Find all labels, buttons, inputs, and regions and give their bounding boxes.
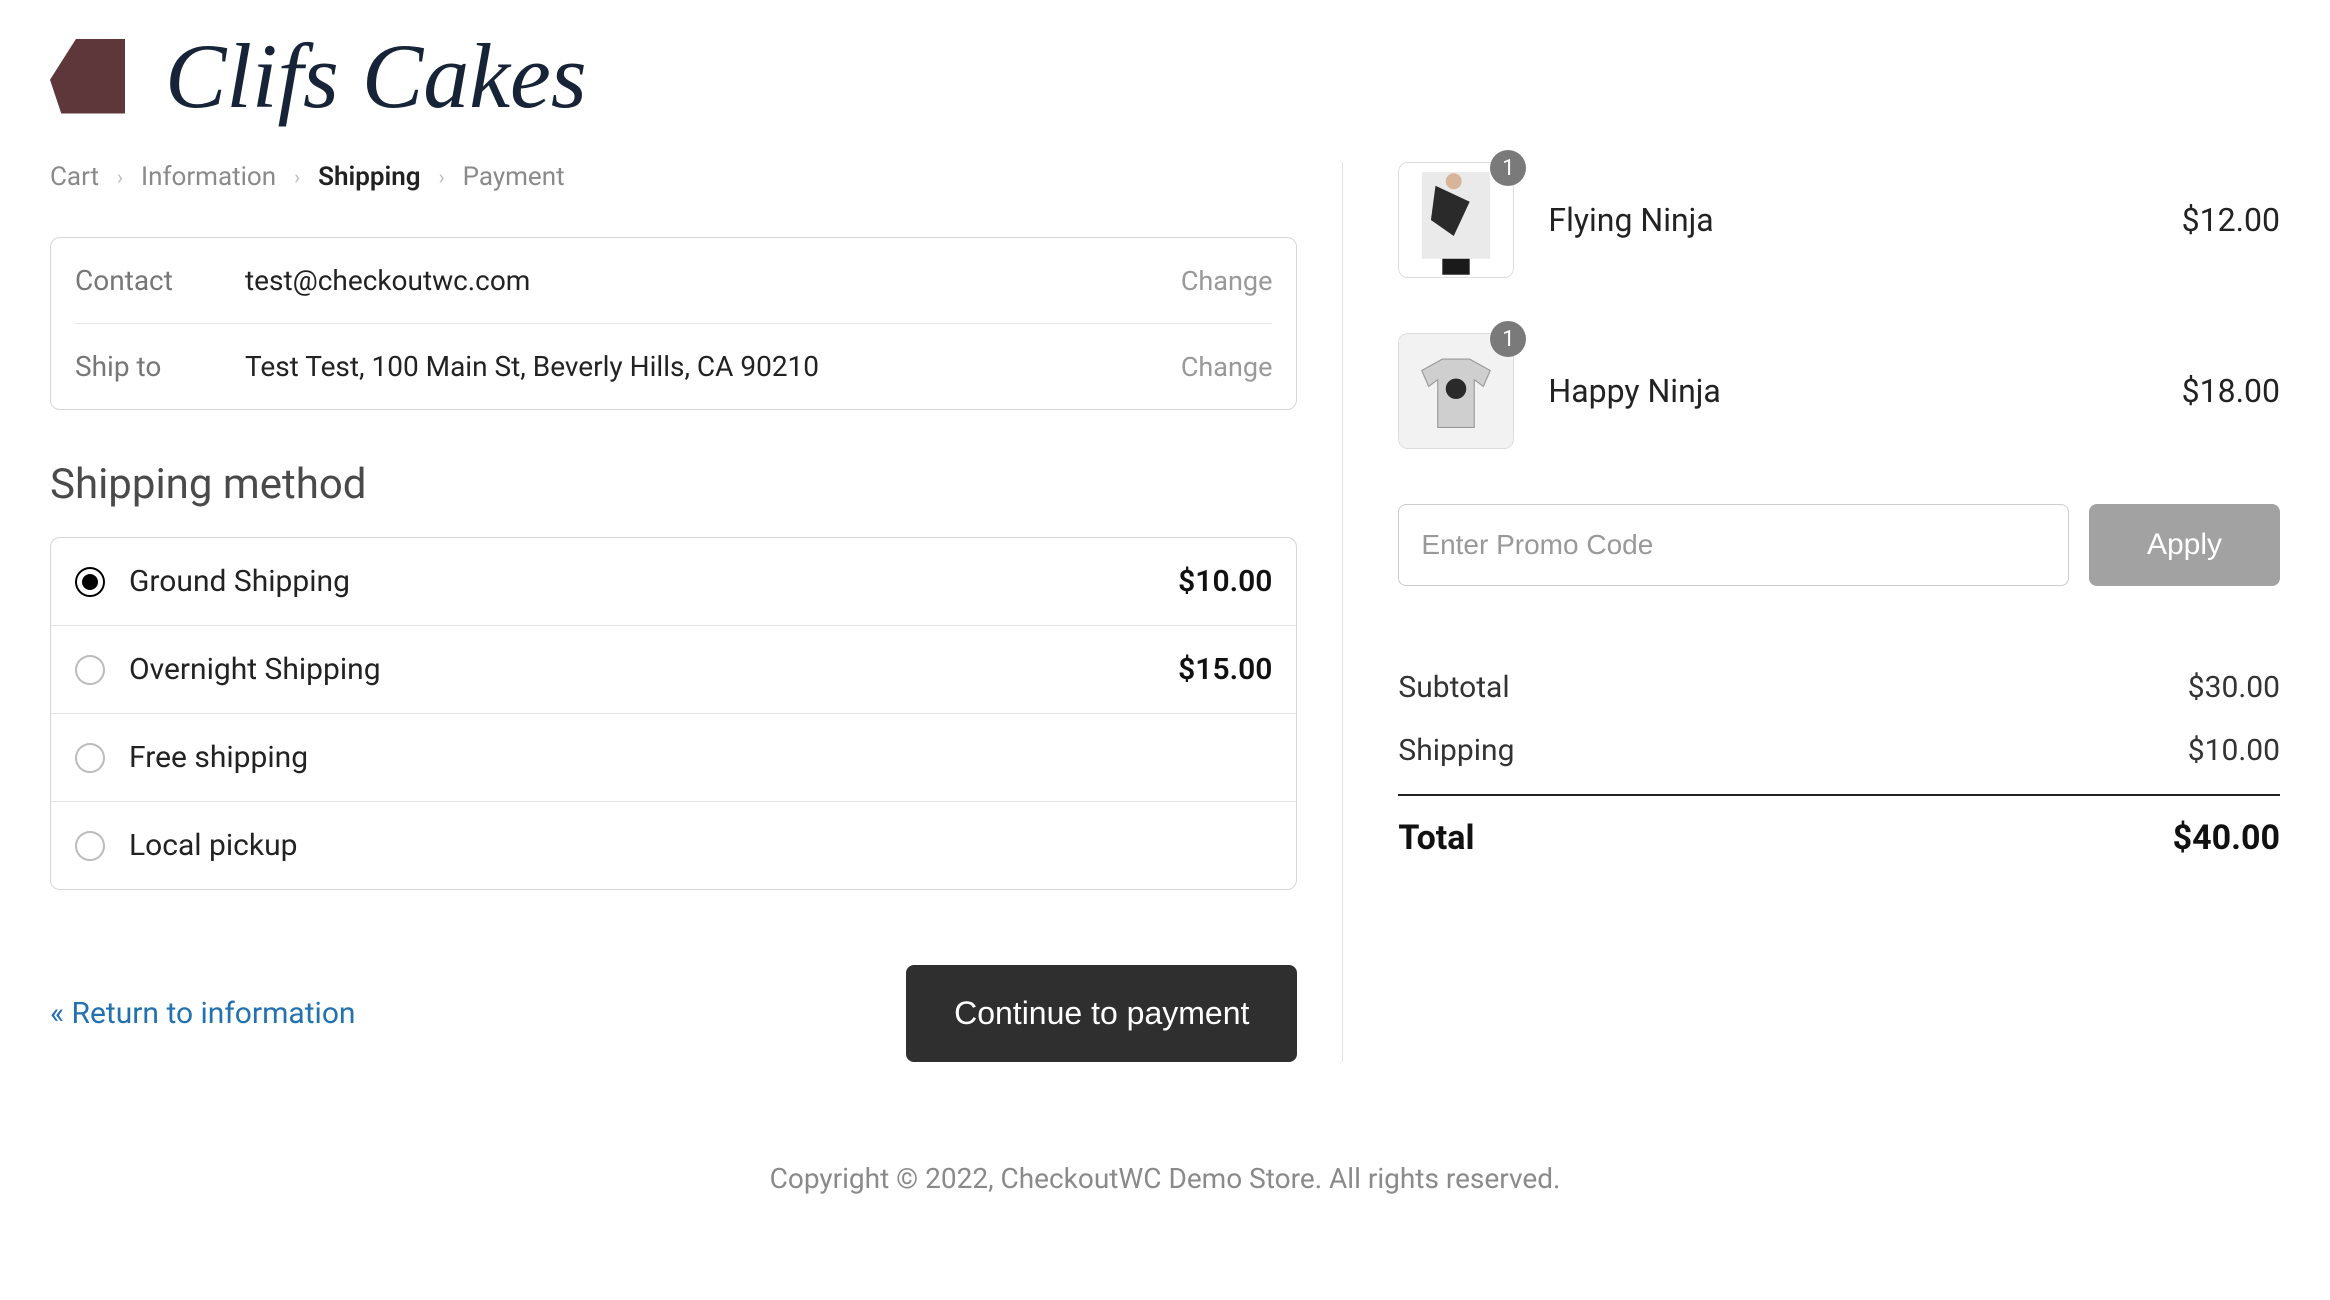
return-to-information-link[interactable]: « Return to information [50, 996, 356, 1031]
actions-row: « Return to information Continue to paym… [50, 965, 1297, 1062]
total-label: Total [1398, 818, 1474, 858]
change-contact-link[interactable]: Change [1181, 265, 1273, 297]
radio-icon [75, 743, 105, 773]
breadcrumb: Cart › Information › Shipping › Payment [50, 162, 1297, 192]
footer-text: Copyright © 2022, CheckoutWC Demo Store.… [50, 1162, 2280, 1195]
subtotal-value: $30.00 [2188, 670, 2280, 705]
shipping-method-label: Free shipping [129, 740, 1248, 775]
breadcrumb-shipping[interactable]: Shipping [318, 162, 420, 192]
logo-icon [50, 39, 125, 114]
cart-item-name: Flying Ninja [1548, 201, 2147, 239]
summary-shipto-value: Test Test, 100 Main St, Beverly Hills, C… [245, 350, 1121, 383]
breadcrumb-payment[interactable]: Payment [463, 162, 565, 192]
chevron-right-icon: › [117, 165, 123, 189]
shipping-method-overnight[interactable]: Overnight Shipping $15.00 [51, 626, 1296, 714]
brand-name: Clifs Cakes [165, 30, 587, 122]
shipping-method-label: Ground Shipping [129, 564, 1154, 599]
shipping-method-pickup[interactable]: Local pickup [51, 802, 1296, 889]
shipping-total-label: Shipping [1398, 733, 1514, 768]
grand-total-row: Total $40.00 [1398, 794, 2280, 872]
promo-code-input[interactable] [1398, 504, 2069, 586]
summary-contact-row: Contact test@checkoutwc.com Change [75, 238, 1272, 324]
cart-item-price: $18.00 [2182, 372, 2280, 410]
shipping-methods-list: Ground Shipping $10.00 Overnight Shippin… [50, 537, 1297, 890]
summary-shipto-row: Ship to Test Test, 100 Main St, Beverly … [75, 324, 1272, 409]
summary-contact-value: test@checkoutwc.com [245, 264, 1121, 297]
cart-item: 1 Flying Ninja $12.00 [1398, 162, 2280, 278]
shipping-total-row: Shipping $10.00 [1398, 719, 2280, 782]
total-value: $40.00 [2173, 818, 2280, 858]
change-shipto-link[interactable]: Change [1181, 351, 1273, 383]
summary-shipto-label: Ship to [75, 350, 185, 383]
radio-icon [75, 655, 105, 685]
breadcrumb-cart[interactable]: Cart [50, 162, 99, 192]
chevron-right-icon: › [439, 165, 445, 189]
cart-item-name: Happy Ninja [1548, 372, 2147, 410]
shipping-method-free[interactable]: Free shipping [51, 714, 1296, 802]
header: Clifs Cakes [50, 30, 2280, 122]
summary-box: Contact test@checkoutwc.com Change Ship … [50, 237, 1297, 410]
shipping-method-label: Local pickup [129, 828, 1248, 863]
quantity-badge: 1 [1490, 321, 1526, 357]
subtotal-row: Subtotal $30.00 [1398, 656, 2280, 719]
promo-row: Apply [1398, 504, 2280, 586]
shipping-method-ground[interactable]: Ground Shipping $10.00 [51, 538, 1296, 626]
cart-item: 1 Happy Ninja $18.00 [1398, 333, 2280, 449]
apply-promo-button[interactable]: Apply [2089, 504, 2280, 586]
breadcrumb-information[interactable]: Information [141, 162, 276, 192]
summary-contact-label: Contact [75, 264, 185, 297]
radio-icon [75, 567, 105, 597]
quantity-badge: 1 [1490, 150, 1526, 186]
chevron-right-icon: › [294, 165, 300, 189]
shipping-method-price: $15.00 [1178, 652, 1272, 687]
shipping-method-title: Shipping method [50, 460, 1297, 509]
shipping-total-value: $10.00 [2188, 733, 2280, 768]
subtotal-label: Subtotal [1398, 670, 1509, 705]
radio-icon [75, 831, 105, 861]
shipping-method-label: Overnight Shipping [129, 652, 1154, 687]
shipping-method-price: $10.00 [1178, 564, 1272, 599]
cart-item-price: $12.00 [2182, 201, 2280, 239]
continue-to-payment-button[interactable]: Continue to payment [906, 965, 1297, 1062]
